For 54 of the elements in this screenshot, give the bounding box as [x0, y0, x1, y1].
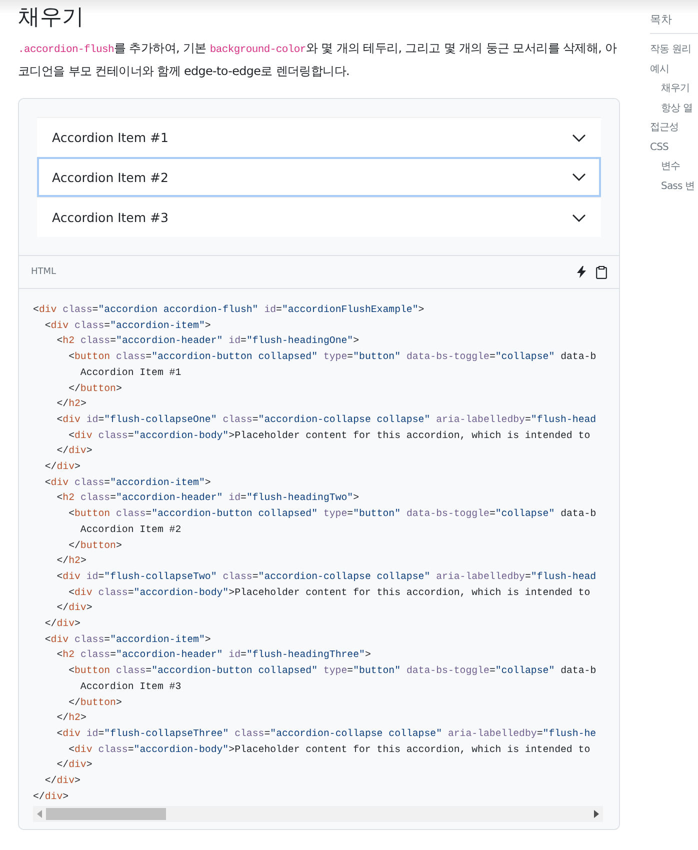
code-line: <div class="accordion accordion-flush" id="accordionFlushExample"> — [33, 303, 426, 317]
code-line: <h2 class="accordion-header" id="flush-headingThree"> — [56, 648, 372, 662]
code-line: <button class="accordion-button collapsed" type="button" data-bs-toggle="collapse" data-b — [68, 350, 598, 364]
code-line: Accordion Item #3 — [79, 680, 182, 694]
chevron-down-icon — [572, 214, 586, 222]
code-line: <button class="accordion-button collapsed" type="button" data-bs-toggle="collapse" data-b — [68, 664, 598, 678]
code-line: </h2> — [56, 397, 88, 412]
accordion-item[interactable]: Accordion Item #3 — [37, 197, 601, 237]
section-heading: 채우기 — [18, 4, 85, 32]
code-line: </button> — [68, 538, 123, 553]
code-line: </div> — [56, 758, 94, 772]
code-line: Accordion Item #2 — [79, 522, 182, 537]
accordion-item[interactable]: Accordion Item #2 — [37, 157, 601, 197]
code-line: <h2 class="accordion-header" id="flush-headingOne"> — [56, 334, 360, 348]
toc-link[interactable]: 접근성 — [650, 118, 698, 138]
code-line: <div class="accordion-item"> — [44, 476, 212, 490]
code-line: <div class="accordion-item"> — [44, 318, 212, 333]
code-line: </div> — [44, 617, 82, 632]
code-line: </div> — [44, 460, 82, 474]
code-line: <div id="flush-collapseThree" class="accordion-collapse collapse" aria-labelledby="flush-he — [56, 726, 598, 741]
toc-link[interactable]: CSS — [650, 138, 698, 157]
code-line: <div id="flush-collapseTwo" class="accordion-collapse collapse" aria-labelledby="flush-head — [56, 570, 598, 584]
scroll-right-icon[interactable] — [594, 810, 599, 818]
code-line: <h2 class="accordion-header" id="flush-headingTwo"> — [56, 491, 360, 506]
toc-link[interactable]: 변수 — [650, 157, 698, 176]
language-label: HTML — [31, 267, 56, 277]
code-line: Accordion Item #1 — [79, 366, 182, 380]
chevron-down-icon — [572, 173, 586, 181]
code-line: </div> — [56, 601, 94, 616]
toc-link[interactable]: 예시 — [650, 60, 698, 79]
code-line: <button class="accordion-button collapsed" type="button" data-bs-toggle="collapse" data-b — [68, 507, 598, 522]
code-line: </div> — [33, 790, 70, 804]
copy-button[interactable] — [596, 266, 607, 278]
code-line: <div class="accordion-item"> — [44, 632, 212, 647]
code-line: </h2> — [56, 554, 88, 568]
chevron-down-icon — [572, 134, 586, 142]
lightning-button[interactable] — [577, 266, 586, 278]
code-line: </div> — [56, 444, 94, 458]
toc-title: 목차 — [650, 12, 698, 34]
accordion-item[interactable]: Accordion Item #1 — [37, 117, 601, 157]
toc-link[interactable]: 채우기 — [650, 79, 698, 98]
code-line: <div class="accordion-body">Placeholder content for this accordion, which is intended to — [68, 428, 592, 443]
toc-link[interactable]: 항상 열 — [650, 98, 698, 118]
code-line: </button> — [68, 382, 123, 396]
horizontal-scrollbar[interactable] — [33, 806, 603, 822]
code-line: </button> — [68, 696, 123, 710]
scrollbar-thumb[interactable] — [46, 808, 166, 820]
code-line: </div> — [44, 774, 82, 788]
code-line: <div class="accordion-body">Placeholder content for this accordion, which is intended to — [68, 586, 592, 600]
code-line: </h2> — [56, 711, 88, 726]
toc-link[interactable]: 작동 원리 — [650, 40, 698, 60]
toc-link[interactable]: Sass 변 — [650, 176, 698, 196]
code-line: <div id="flush-collapseOne" class="accordion-collapse collapse" aria-labelledby="flush-head — [56, 412, 598, 427]
code-line: <div class="accordion-body">Placeholder content for this accordion, which is intended to — [68, 742, 592, 757]
